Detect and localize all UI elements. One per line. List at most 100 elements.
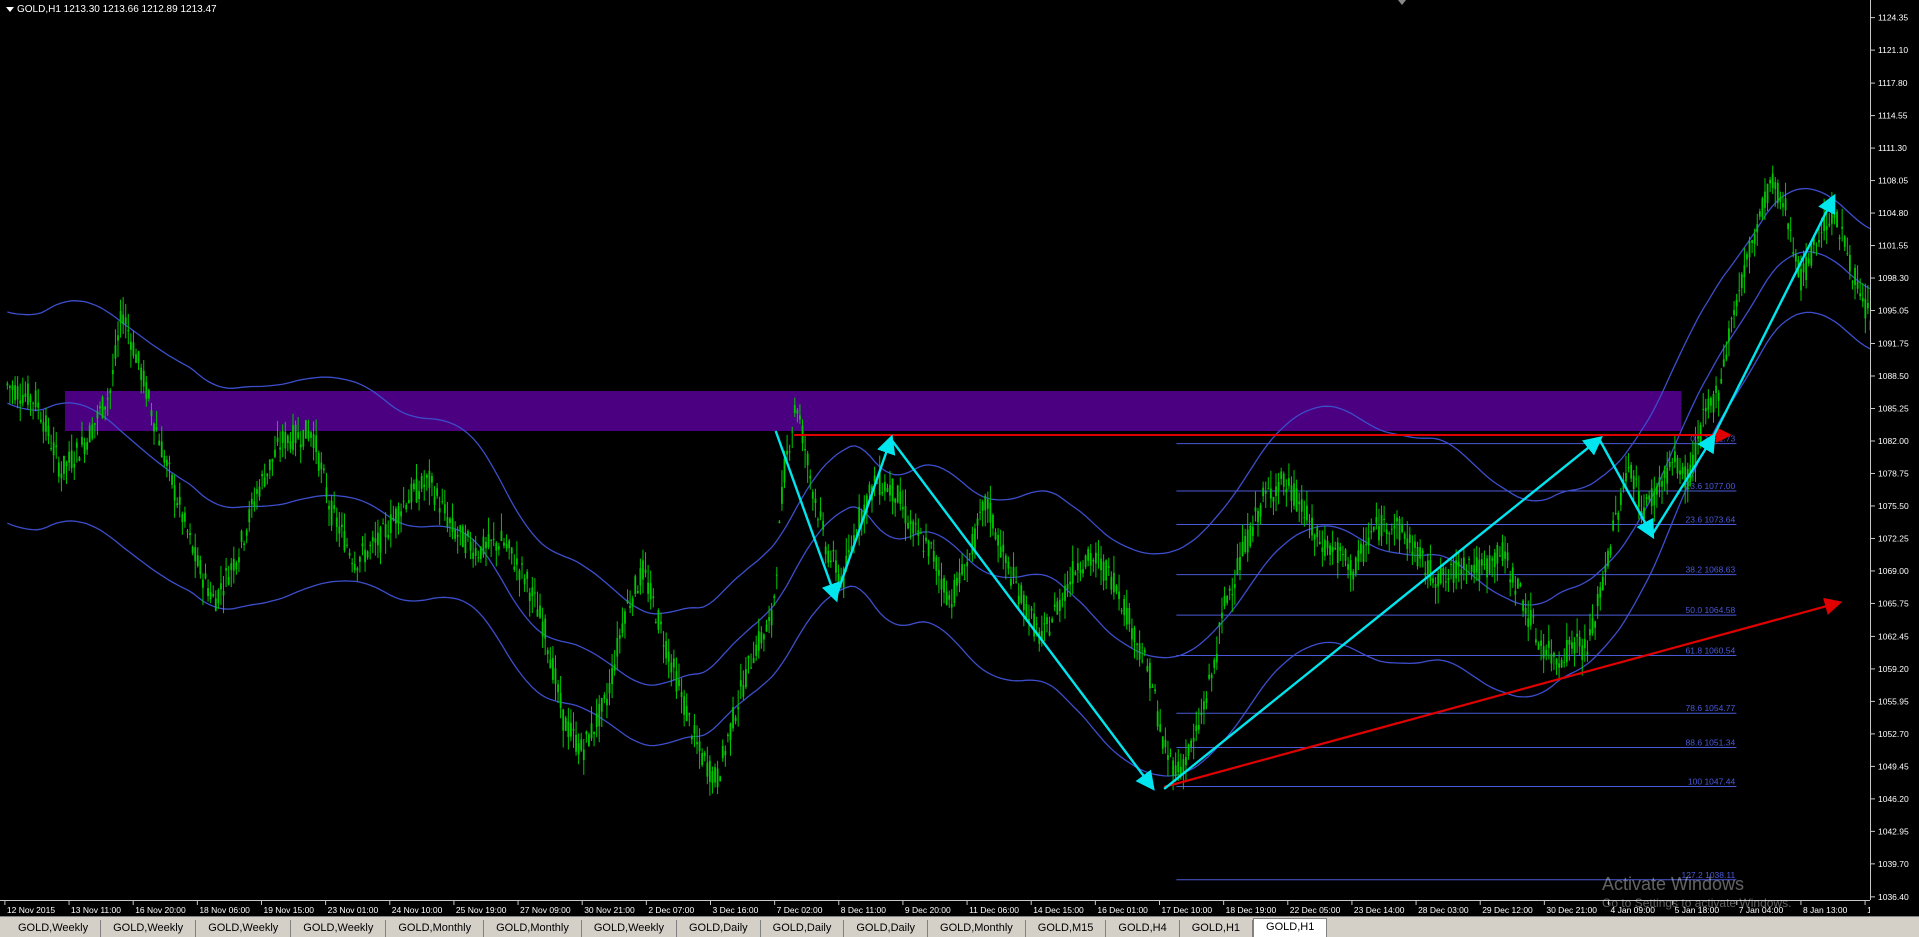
candle-body [109, 390, 111, 393]
candle-body [979, 512, 981, 513]
candle-body [1466, 574, 1468, 575]
candle-body [346, 545, 348, 546]
chart-shift-marker[interactable] [1398, 0, 1406, 5]
candle-body [395, 509, 397, 524]
candle-body [1113, 573, 1115, 593]
watermark-subtitle: Go to Settings to activate Windows. [1602, 896, 1791, 910]
candle-body [1525, 608, 1527, 614]
candle-body [732, 707, 734, 728]
candle-body [501, 531, 503, 541]
candle-body [946, 592, 948, 605]
candle-body [1363, 545, 1365, 562]
candle-body [1316, 528, 1318, 537]
chart-tab[interactable]: GOLD,H1 [1180, 920, 1253, 937]
candle-body [1826, 226, 1828, 230]
candle-body [1558, 663, 1560, 667]
candle-body [1046, 617, 1048, 624]
candle-body [1370, 531, 1372, 532]
candle-body [1661, 481, 1663, 487]
candle-body [1149, 663, 1151, 688]
candle-body [1123, 599, 1125, 615]
candle-body [1859, 293, 1861, 296]
candle-body [562, 709, 564, 730]
collapse-arrow-icon[interactable] [6, 7, 14, 12]
chart-tab[interactable]: GOLD,Monthly [386, 920, 484, 937]
candle-body [1448, 578, 1450, 580]
price-scale[interactable]: 1124.351121.101117.801114.551111.301108.… [1870, 0, 1919, 900]
chart-tab[interactable]: GOLD,Weekly [291, 920, 386, 937]
candle-body [1244, 536, 1246, 552]
candle-body [76, 442, 78, 447]
candle-body [223, 591, 225, 595]
candle-body [436, 488, 438, 496]
candle-body [187, 531, 189, 532]
chart-tab[interactable]: GOLD,Daily [844, 920, 928, 937]
candle-body [45, 415, 47, 431]
candle-body [19, 400, 21, 403]
chart-tab[interactable]: GOLD,Monthly [484, 920, 582, 937]
candle-body [1195, 725, 1197, 731]
chart-tab[interactable]: GOLD,M15 [1026, 920, 1107, 937]
price-tick-label: 1117.80 [1878, 78, 1908, 88]
chart-tab[interactable]: GOLD,Weekly [582, 920, 677, 937]
candle-body [1301, 499, 1303, 511]
chart-tab[interactable]: GOLD,Weekly [101, 920, 196, 937]
candle-body [573, 729, 575, 731]
candle-body [1417, 547, 1419, 566]
candle-body [174, 485, 176, 500]
candle-body [1345, 549, 1347, 560]
candle-body [1381, 515, 1383, 536]
candle-body [822, 521, 824, 530]
candle-body [552, 658, 554, 680]
chart-tab[interactable]: GOLD,H4 [1106, 920, 1179, 937]
candle-body [974, 528, 976, 550]
symbol-info: GOLD,H1 1213.30 1213.66 1212.89 1213.47 [6, 4, 217, 15]
chart-tab[interactable]: GOLD,H1 [1253, 918, 1327, 937]
candle-body [1450, 564, 1452, 565]
candle-body [1255, 507, 1257, 511]
candle-body [364, 550, 366, 563]
chart-tab[interactable]: GOLD,Weekly [6, 920, 101, 937]
candle-body [1576, 634, 1578, 637]
candle-body [1280, 472, 1282, 479]
fib-label: 38.2 1068.63 [1686, 565, 1736, 575]
candle-body [966, 562, 968, 566]
candle-body [1062, 598, 1064, 599]
candle-body [1126, 608, 1128, 625]
candle-body [1761, 198, 1763, 217]
candle-body [838, 574, 840, 582]
candle-body [467, 531, 469, 536]
candle-body [1200, 713, 1202, 716]
candle-body [1082, 569, 1084, 573]
candle-body [1033, 614, 1035, 637]
chart-tab[interactable]: GOLD,Monthly [928, 920, 1026, 937]
price-tick-label: 1114.55 [1878, 111, 1908, 121]
chart-tab[interactable]: GOLD,Weekly [196, 920, 291, 937]
candle-body [1190, 741, 1192, 747]
candle-body [1494, 553, 1496, 568]
chart-tab[interactable]: GOLD,Daily [761, 920, 845, 937]
price-scale-svg: 1124.351121.101117.801114.551111.301108.… [1871, 0, 1919, 900]
candle-body [490, 540, 492, 541]
candles [6, 166, 1870, 796]
candle-body [591, 723, 593, 738]
candle-body [1242, 542, 1244, 556]
candle-body [498, 546, 500, 549]
candle-body [238, 557, 240, 562]
time-tick-label: 11 Jan 22:00 [1867, 905, 1870, 915]
candle-body [1303, 517, 1305, 518]
candle-body [1388, 533, 1390, 534]
candle-body [1854, 268, 1856, 285]
candle-body [1743, 265, 1745, 277]
price-chart[interactable]: 0.0 1081.7323.6 1077.0023.6 1073.6438.2 … [0, 0, 1870, 900]
candle-body [1535, 639, 1537, 642]
candle-body [1309, 521, 1311, 522]
candle-body [1383, 519, 1385, 520]
chart-tabs: GOLD,WeeklyGOLD,WeeklyGOLD,WeeklyGOLD,We… [0, 916, 1919, 937]
candle-body [17, 386, 19, 399]
chart-area[interactable]: 0.0 1081.7323.6 1077.0023.6 1073.6438.2 … [0, 0, 1870, 900]
chart-tab[interactable]: GOLD,Daily [677, 920, 761, 937]
candle-body [416, 479, 418, 502]
time-scale[interactable]: 12 Nov 201513 Nov 11:0016 Nov 20:0018 No… [0, 900, 1870, 917]
candle-body [910, 521, 912, 524]
